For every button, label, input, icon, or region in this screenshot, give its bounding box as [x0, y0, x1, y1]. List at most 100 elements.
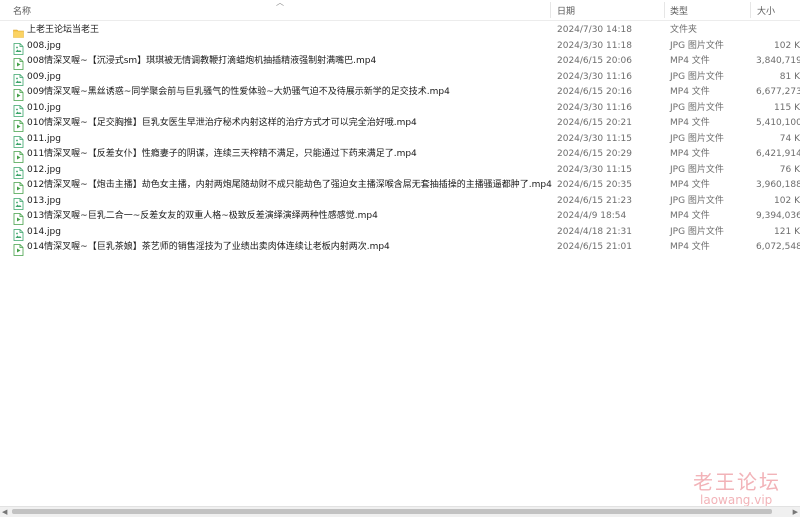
video-file-icon: [13, 86, 24, 101]
file-type: MP4 文件: [670, 149, 710, 159]
file-size: 115 K: [774, 102, 800, 113]
image-file-icon: [13, 226, 24, 241]
file-size: 74 K: [779, 133, 800, 144]
column-header-date[interactable]: 日期: [557, 4, 575, 17]
file-row[interactable]: 013.jpg 2024/6/15 21:23 JPG 图片文件 102 K: [0, 193, 800, 210]
image-file-icon: [13, 164, 24, 179]
file-name[interactable]: 009情深叉喔~黑丝诱惑~同学聚会前与巨乳骚气的性爱体验~大奶骚气迫不及待展示新…: [27, 86, 450, 98]
file-type: JPG 图片文件: [670, 133, 724, 144]
scroll-right-icon[interactable]: ▶: [793, 508, 798, 516]
file-name[interactable]: 011.jpg: [27, 133, 61, 145]
watermark-url: laowang.vip: [700, 493, 773, 507]
file-name[interactable]: 012.jpg: [27, 164, 61, 176]
file-row[interactable]: 012.jpg 2024/3/30 11:15 JPG 图片文件 76 K: [0, 162, 800, 179]
column-header-size[interactable]: 大小: [757, 4, 775, 17]
column-divider[interactable]: [550, 2, 551, 18]
file-size: 121 K: [774, 226, 800, 237]
file-row[interactable]: 014情深叉喔~【巨乳茶娘】茶艺师的销售淫技为了业绩出卖肉体连续让老板内射两次.…: [0, 239, 800, 256]
file-name[interactable]: 013情深叉喔~巨乳二合一~反差女友的双重人格~极致反差演绎演绎两种性感感觉.m…: [27, 210, 378, 222]
file-row[interactable]: 010.jpg 2024/3/30 11:16 JPG 图片文件 115 K: [0, 100, 800, 117]
file-date: 2024/6/15 20:21: [557, 118, 632, 128]
file-size: 81 K: [779, 71, 800, 82]
file-type: JPG 图片文件: [670, 164, 724, 175]
file-name[interactable]: 014.jpg: [27, 226, 61, 238]
watermark-title: 老王论坛: [693, 470, 781, 494]
file-size: 3,840,719,: [756, 56, 800, 66]
column-header-bar: ︿ 名称 日期 类型 大小: [0, 0, 800, 21]
file-row[interactable]: 009情深叉喔~黑丝诱惑~同学聚会前与巨乳骚气的性爱体验~大奶骚气迫不及待展示新…: [0, 84, 800, 101]
file-name[interactable]: 011情深叉喔~【反差女仆】性瘾妻子的阴谋，连续三天榨精不满足，只能通过下药来满…: [27, 148, 417, 160]
file-row[interactable]: 014.jpg 2024/4/18 21:31 JPG 图片文件 121 K: [0, 224, 800, 241]
file-date: 2024/3/30 11:16: [557, 102, 632, 113]
image-file-icon: [13, 40, 24, 55]
file-type: MP4 文件: [670, 211, 710, 221]
file-row[interactable]: 013情深叉喔~巨乳二合一~反差女友的双重人格~极致反差演绎演绎两种性感感觉.m…: [0, 208, 800, 225]
image-file-icon: [13, 133, 24, 148]
image-file-icon: [13, 195, 24, 210]
file-type: MP4 文件: [670, 56, 710, 66]
file-row[interactable]: 012情深叉喔~【炮击主播】劫色女主播，内射两炮尾随劫财不成只能劫色了强迫女主播…: [0, 177, 800, 194]
file-list: 上老王论坛当老王 2024/7/30 14:18 文件夹 008.jpg 2024/3/…: [0, 22, 800, 256]
file-size: 76 K: [779, 164, 800, 175]
file-row[interactable]: 011情深叉喔~【反差女仆】性瘾妻子的阴谋，连续三天榨精不满足，只能通过下药来满…: [0, 146, 800, 163]
file-date: 2024/6/15 20:16: [557, 87, 632, 97]
column-header-type[interactable]: 类型: [670, 4, 688, 17]
file-name[interactable]: 014情深叉喔~【巨乳茶娘】茶艺师的销售淫技为了业绩出卖肉体连续让老板内射两次.…: [27, 241, 390, 253]
file-name[interactable]: 上老王论坛当老王: [27, 24, 99, 36]
video-file-icon: [13, 117, 24, 132]
file-row[interactable]: 008.jpg 2024/3/30 11:18 JPG 图片文件 102 K: [0, 38, 800, 55]
file-row[interactable]: 上老王论坛当老王 2024/7/30 14:18 文件夹: [0, 22, 800, 38]
column-header-name[interactable]: 名称: [13, 4, 31, 17]
file-type: MP4 文件: [670, 87, 710, 97]
file-date: 2024/3/30 11:15: [557, 133, 632, 144]
file-size: 6,421,914,: [756, 149, 800, 159]
file-type: JPG 图片文件: [670, 195, 724, 206]
folder-icon: [13, 24, 24, 38]
file-date: 2024/6/15 20:29: [557, 149, 632, 159]
file-name[interactable]: 010.jpg: [27, 102, 61, 114]
file-size: 9,394,036,: [756, 211, 800, 221]
file-date: 2024/6/15 21:23: [557, 195, 632, 206]
column-divider[interactable]: [664, 2, 665, 18]
file-name[interactable]: 013.jpg: [27, 195, 61, 207]
file-type: JPG 图片文件: [670, 40, 724, 51]
file-type: MP4 文件: [670, 242, 710, 252]
file-type: 文件夹: [670, 25, 698, 35]
file-size: 5,410,100,: [756, 118, 800, 128]
image-file-icon: [13, 71, 24, 86]
scrollbar-thumb[interactable]: [12, 509, 772, 514]
file-date: 2024/3/30 11:15: [557, 164, 632, 175]
file-date: 2024/7/30 14:18: [557, 25, 632, 35]
file-name[interactable]: 012情深叉喔~【炮击主播】劫色女主播，内射两炮尾随劫财不成只能劫色了强迫女主播…: [27, 179, 552, 191]
file-size: 6,072,548,: [756, 242, 800, 252]
file-type: MP4 文件: [670, 118, 710, 128]
video-file-icon: [13, 241, 24, 256]
file-size: 102 K: [774, 195, 800, 206]
file-type: JPG 图片文件: [670, 102, 724, 113]
file-name[interactable]: 008.jpg: [27, 40, 61, 52]
file-date: 2024/6/15 20:06: [557, 56, 632, 66]
file-row[interactable]: 011.jpg 2024/3/30 11:15 JPG 图片文件 74 K: [0, 131, 800, 148]
file-date: 2024/6/15 20:35: [557, 180, 632, 190]
horizontal-scrollbar[interactable]: ◀ ▶: [0, 506, 800, 517]
file-row[interactable]: 010情深叉喔~【足交胸推】巨乳女医生早泄治疗秘术内射这样的治疗方式才可以完全治…: [0, 115, 800, 132]
file-date: 2024/4/18 21:31: [557, 226, 632, 237]
file-name[interactable]: 009.jpg: [27, 71, 61, 83]
scroll-left-icon[interactable]: ◀: [2, 508, 7, 516]
file-row[interactable]: 008情深叉喔~【沉浸式sm】琪琪被无情调教鞭打滴蜡炮机抽插精液强制射满嘴巴.m…: [0, 53, 800, 70]
video-file-icon: [13, 179, 24, 194]
video-file-icon: [13, 148, 24, 163]
video-file-icon: [13, 210, 24, 225]
file-row[interactable]: 009.jpg 2024/3/30 11:16 JPG 图片文件 81 K: [0, 69, 800, 86]
file-date: 2024/3/30 11:16: [557, 71, 632, 82]
file-size: 6,677,273,: [756, 87, 800, 97]
file-name[interactable]: 010情深叉喔~【足交胸推】巨乳女医生早泄治疗秘术内射这样的治疗方式才可以完全治…: [27, 117, 417, 129]
image-file-icon: [13, 102, 24, 117]
file-date: 2024/4/9 18:54: [557, 211, 627, 221]
file-name[interactable]: 008情深叉喔~【沉浸式sm】琪琪被无情调教鞭打滴蜡炮机抽插精液强制射满嘴巴.m…: [27, 55, 376, 67]
column-divider[interactable]: [750, 2, 751, 18]
file-date: 2024/6/15 21:01: [557, 242, 632, 252]
file-type: JPG 图片文件: [670, 226, 724, 237]
file-type: JPG 图片文件: [670, 71, 724, 82]
video-file-icon: [13, 55, 24, 70]
